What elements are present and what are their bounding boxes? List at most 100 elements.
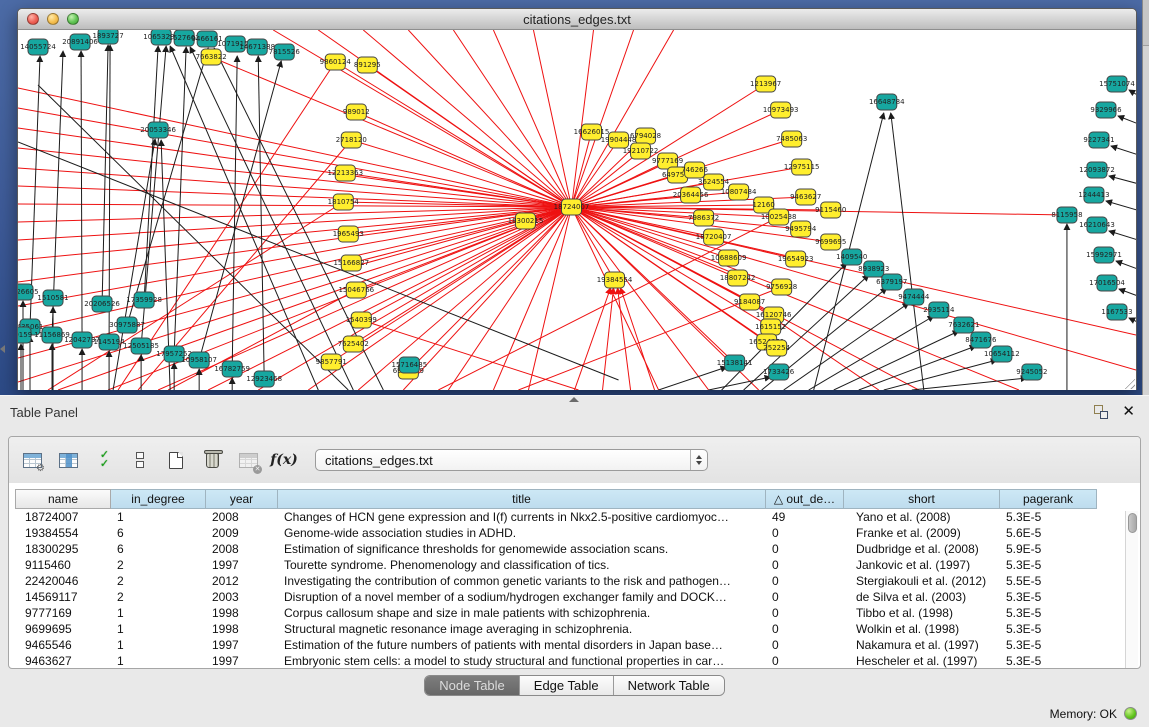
svg-text:18720407: 18720407 [696,233,732,241]
network-node[interactable]: 7663822 [196,49,227,65]
network-node[interactable]: 1167533 [1101,304,1132,320]
network-node[interactable]: 19654923 [778,251,814,267]
network-node[interactable]: 1213967 [750,76,781,92]
network-node[interactable]: 7625402 [338,336,369,352]
network-window[interactable]: citations_edges.txt 18724007166260151990… [17,8,1137,390]
network-node[interactable]: 14055724 [20,39,56,55]
function-builder-icon[interactable]: f(x) [271,448,297,472]
network-node[interactable]: 15046766 [338,282,374,298]
table-row[interactable]: 1938455462009Genome-wide association stu… [15,525,1134,541]
network-node[interactable]: 9756928 [766,279,797,295]
table-row[interactable]: 1830029562008Estimation of significance … [15,541,1134,557]
splitter-collapse-icon[interactable] [0,345,5,353]
network-node[interactable]: 9495794 [785,221,817,237]
column-header-short[interactable]: short [844,489,1000,509]
network-node[interactable]: 1965493 [333,226,364,242]
network-node[interactable]: 9227341 [1083,132,1114,148]
network-node[interactable]: 10688609 [711,250,747,266]
tab-node-table[interactable]: Node Table [425,676,519,695]
close-panel-icon[interactable]: ✕ [1122,405,1135,419]
network-node[interactable]: 16210643 [1079,217,1115,233]
network-node[interactable]: 2935114 [923,302,955,318]
column-header-pagerank[interactable]: pagerank [1000,489,1097,509]
table-row[interactable]: 969969511998Structural magnetic resonanc… [15,621,1134,637]
network-node[interactable]: 7632621 [948,317,979,333]
table-row[interactable]: 946362711997Embryonic stem cells: a mode… [15,653,1134,669]
network-edge [709,377,771,390]
network-node[interactable]: 9463627 [790,189,821,205]
network-node[interactable]: 15166827 [333,255,369,271]
table-row[interactable]: 977716911998Corpus callosum shape and si… [15,605,1134,621]
svg-text:1510581: 1510581 [37,294,68,302]
delete-column-icon[interactable] [199,448,225,472]
network-node[interactable]: 19384554 [597,272,633,288]
network-node[interactable]: 9699695 [815,234,846,250]
network-node[interactable]: 16782759 [214,361,250,377]
network-node[interactable]: 1510581 [37,290,68,306]
network-node[interactable]: 10654112 [984,346,1020,362]
svg-text:7625402: 7625402 [338,340,369,348]
delete-table-icon[interactable]: ✕ [235,448,261,472]
network-node[interactable]: 30975887 [109,317,145,333]
select-all-icon[interactable]: ✓✓ [91,448,117,472]
network-node[interactable]: 891295 [354,57,381,73]
network-node[interactable]: 12093872 [1079,162,1115,178]
network-node[interactable]: 15992971 [1086,247,1122,263]
tab-edge-table[interactable]: Edge Table [519,676,613,695]
show-columns-icon[interactable] [55,448,81,472]
tab-network-table[interactable]: Network Table [613,676,724,695]
network-node[interactable]: 39159 [18,327,32,343]
scrollbar-thumb[interactable] [1128,513,1137,533]
network-node[interactable]: 20364456 [673,187,709,203]
column-header-year[interactable]: year [206,489,278,509]
network-node[interactable]: 9245052 [1016,364,1047,380]
network-edge [190,47,353,390]
svg-text:18724007: 18724007 [554,203,590,211]
network-node[interactable]: 16648784 [869,94,905,110]
network-node[interactable]: 8115958 [1051,207,1082,223]
network-node[interactable]: 17359928 [126,292,162,308]
cell-pagerank: 5.3E-5 [1000,605,1097,621]
table-mode-icon[interactable]: ⚙ [19,448,45,472]
table-row[interactable]: 946554611997Estimation of the future num… [15,637,1134,653]
network-node[interactable]: 12213363 [327,165,363,181]
table-row[interactable]: 911546021997Tourette syndrome. Phenomeno… [15,557,1134,573]
network-node[interactable]: 1810754 [328,194,360,210]
network-node[interactable]: 989012 [343,104,370,120]
column-header-title[interactable]: title [278,489,766,509]
network-node[interactable]: 12923468 [246,371,282,387]
network-node[interactable]: 12975115 [784,159,820,175]
network-node[interactable]: 2526605 [18,284,39,300]
create-column-icon[interactable] [163,448,189,472]
network-svg[interactable]: 1872400716626015199044486794028192107229… [18,30,1136,390]
table-scrollbar[interactable] [1125,511,1138,668]
network-node[interactable]: 1244413 [1078,187,1109,203]
table-row[interactable]: 1872400712008Changes of HCN gene express… [15,509,1134,525]
column-header-out_degree[interactable]: △ out_de… [766,489,844,509]
network-node[interactable]: 8471676 [965,332,997,348]
svg-text:12923468: 12923468 [246,375,282,383]
new-document-icon [169,452,183,469]
column-header-in_degree[interactable]: in_degree [111,489,206,509]
network-node[interactable]: 17016504 [1089,275,1125,291]
network-node[interactable]: 15751074 [1099,76,1135,92]
network-canvas[interactable]: 1872400716626015199044486794028192107229… [18,30,1136,390]
cell-title: Structural magnetic resonance image aver… [278,621,766,637]
cell-short: Nakamura et al. (1997) [844,637,1000,653]
table-selector-dropdown[interactable]: citations_edges.txt [315,449,708,471]
network-node[interactable]: 12505185 [123,338,159,354]
network-node[interactable]: 9329966 [1090,102,1122,118]
table-row[interactable]: 2242004622012Investigating the contribut… [15,573,1134,589]
network-window-titlebar[interactable]: citations_edges.txt [18,9,1136,30]
table-row[interactable]: 1456911722003Disruption of a novel membe… [15,589,1134,605]
network-node[interactable]: 2718120 [336,132,367,148]
column-header-name[interactable]: name [15,489,111,509]
network-node[interactable]: 9115460 [815,202,846,218]
network-node[interactable]: 252254 [763,340,790,356]
network-node[interactable]: 9860124 [320,54,352,70]
network-node[interactable]: 1409540 [836,249,867,265]
float-panel-icon[interactable] [1094,405,1108,419]
network-node[interactable]: 10807484 [721,184,757,200]
network-node[interactable]: 7485063 [776,131,807,147]
clear-selection-icon[interactable] [127,448,153,472]
